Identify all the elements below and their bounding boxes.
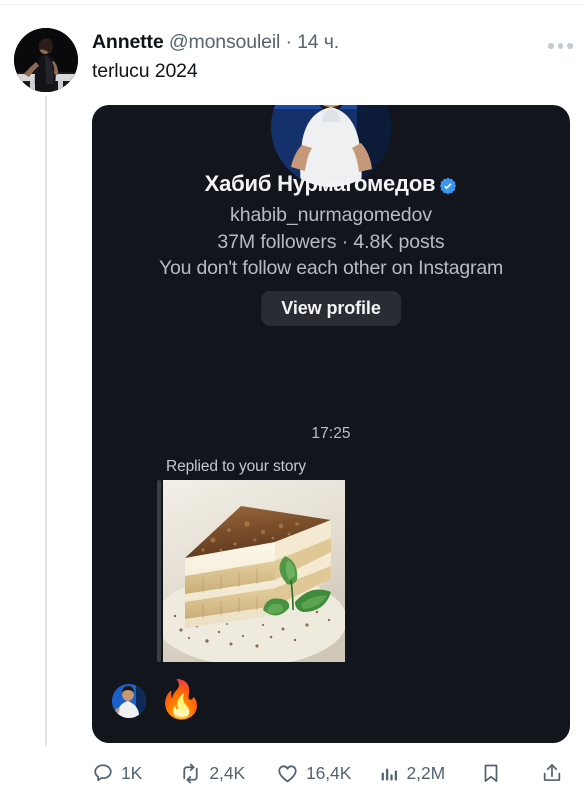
verified-check-icon — [439, 175, 457, 195]
retweet-action[interactable]: 2,4K — [179, 762, 245, 785]
bookmark-icon — [480, 762, 502, 784]
views-count: 2,2M — [406, 762, 446, 783]
reply-action[interactable]: 1K — [92, 762, 142, 784]
view-profile-button[interactable]: View profile — [261, 291, 401, 326]
replied-to-story-label: Replied to your story — [166, 458, 307, 475]
reaction-row: 🔥 — [112, 679, 205, 720]
like-action[interactable]: 16,4K — [276, 762, 351, 785]
tweet-action-bar: 1K 2,4K 16,4K 2,2M — [92, 756, 570, 790]
retweet-icon — [179, 762, 202, 785]
author-line: Annette @monsouleil · 14 ч. — [92, 30, 532, 56]
like-count: 16,4K — [306, 762, 352, 783]
retweet-count: 2,4K — [209, 762, 246, 783]
share-action[interactable] — [541, 762, 570, 784]
fire-emoji: 🔥 — [158, 679, 205, 720]
handle-separator: · — [280, 31, 298, 53]
tweet-body-text: terlucu 2024 — [92, 59, 198, 82]
instagram-username: khabib_nurmagomedov — [230, 204, 432, 226]
thread-connector-line — [45, 96, 47, 746]
reply-count: 1K — [121, 762, 143, 783]
profile-name-text: Хабиб Нурмагомедов — [204, 171, 436, 196]
instagram-stats: 37M followers · 4.8K posts — [217, 231, 445, 253]
more-horizontal-icon[interactable] — [548, 40, 574, 52]
share-icon — [541, 762, 563, 784]
tweet-header: Annette @monsouleil · 14 ч. terlucu 2024 — [92, 30, 532, 84]
comment-icon — [92, 762, 114, 784]
views-action[interactable]: 2,2M — [379, 762, 446, 784]
instagram-profile-card[interactable]: Хабиб Нурмагомедов khabib_nurmagomedov 3… — [92, 105, 570, 743]
tweet-screen: Annette @monsouleil · 14 ч. terlucu 2024 — [0, 0, 586, 800]
story-reply-image[interactable] — [163, 480, 345, 662]
instagram-profile-name: Хабиб Нурмагомедов — [92, 171, 570, 197]
story-reply-indicator-bar — [157, 480, 161, 662]
analytics-icon — [379, 763, 400, 784]
author-handle[interactable]: @monsouleil — [169, 31, 281, 53]
avatar[interactable] — [14, 28, 78, 92]
reaction-sender-avatar[interactable] — [112, 683, 146, 718]
top-divider — [0, 4, 586, 5]
heart-icon — [276, 762, 299, 785]
bookmark-action[interactable] — [480, 762, 509, 784]
message-timestamp: 17:25 — [311, 425, 351, 442]
instagram-relationship-status: You don't follow each other on Instagram — [158, 257, 504, 279]
tweet-timestamp[interactable]: 14 ч. — [297, 31, 339, 53]
author-name[interactable]: Annette — [92, 31, 164, 53]
